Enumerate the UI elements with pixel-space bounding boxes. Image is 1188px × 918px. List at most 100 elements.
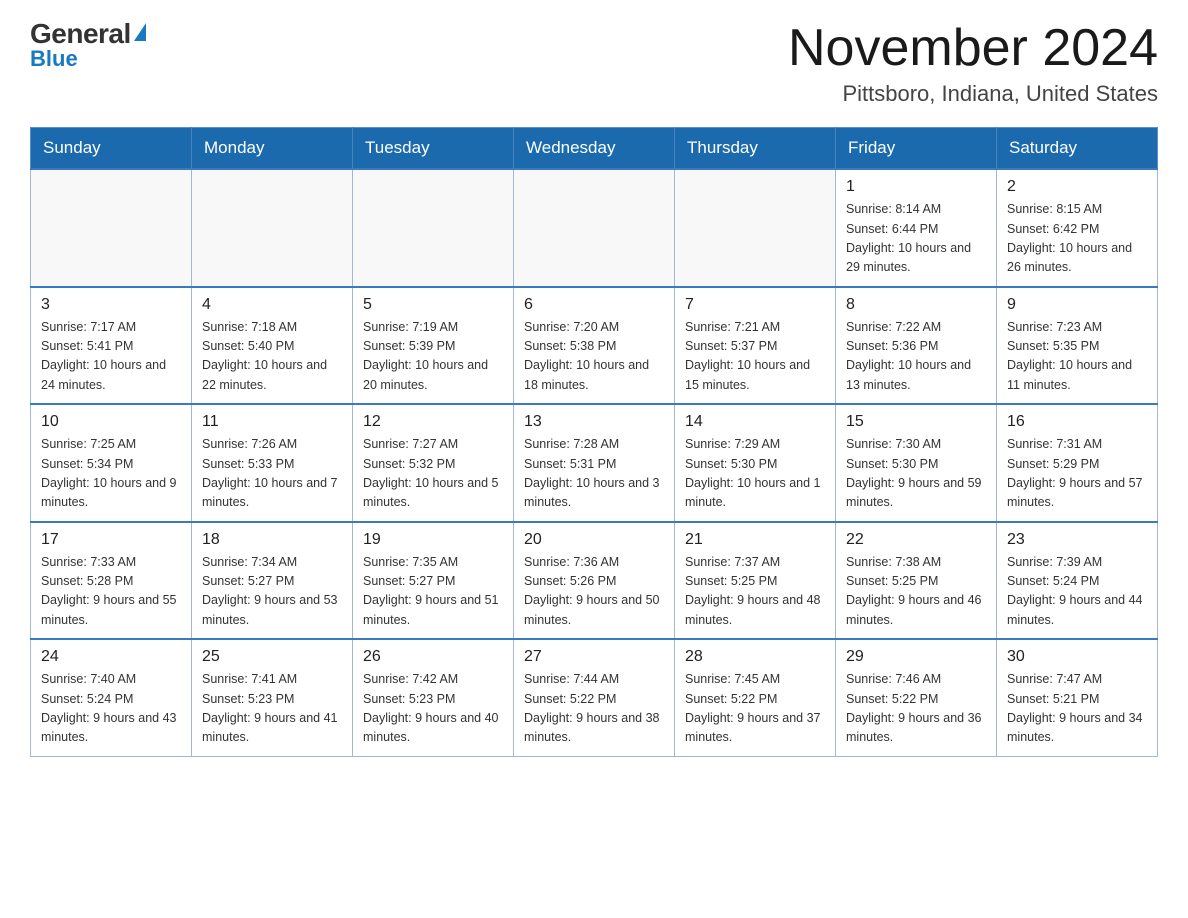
- day-info: Sunrise: 7:30 AM Sunset: 5:30 PM Dayligh…: [846, 435, 986, 513]
- calendar-header-monday: Monday: [192, 128, 353, 170]
- calendar-cell: 4 Sunrise: 7:18 AM Sunset: 5:40 PM Daylig…: [192, 287, 353, 405]
- day-number: 20: [524, 531, 664, 549]
- day-info: Sunrise: 7:28 AM Sunset: 5:31 PM Dayligh…: [524, 435, 664, 513]
- day-info: Sunrise: 7:26 AM Sunset: 5:33 PM Dayligh…: [202, 435, 342, 513]
- calendar-cell: 24 Sunrise: 7:40 AM Sunset: 5:24 PM Dayli…: [31, 639, 192, 756]
- day-info: Sunrise: 7:46 AM Sunset: 5:22 PM Dayligh…: [846, 670, 986, 748]
- calendar-cell: 30 Sunrise: 7:47 AM Sunset: 5:21 PM Dayli…: [997, 639, 1158, 756]
- day-info: Sunrise: 7:44 AM Sunset: 5:22 PM Dayligh…: [524, 670, 664, 748]
- day-number: 18: [202, 531, 342, 549]
- calendar-week-row: 1Sunrise: 8:14 AM Sunset: 6:44 PM Daylig…: [31, 169, 1158, 287]
- calendar-cell: [192, 169, 353, 287]
- calendar-cell: 2 Sunrise: 8:15 AM Sunset: 6:42 PM Daylig…: [997, 169, 1158, 287]
- logo: General Blue: [30, 20, 146, 70]
- calendar-cell: 23 Sunrise: 7:39 AM Sunset: 5:24 PM Dayli…: [997, 522, 1158, 640]
- calendar-week-row: 10 Sunrise: 7:25 AM Sunset: 5:34 PM Dayli…: [31, 404, 1158, 522]
- day-info: Sunrise: 7:17 AM Sunset: 5:41 PM Dayligh…: [41, 318, 181, 396]
- day-number: 8: [846, 296, 986, 314]
- logo-blue-text: Blue: [30, 48, 78, 70]
- calendar-cell: 5 Sunrise: 7:19 AM Sunset: 5:39 PM Daylig…: [353, 287, 514, 405]
- day-info: Sunrise: 7:37 AM Sunset: 5:25 PM Dayligh…: [685, 553, 825, 631]
- logo-general-text: General: [30, 20, 146, 48]
- day-number: 24: [41, 648, 181, 666]
- logo-triangle-icon: [134, 23, 146, 41]
- calendar-cell: 18 Sunrise: 7:34 AM Sunset: 5:27 PM Dayli…: [192, 522, 353, 640]
- day-number: 22: [846, 531, 986, 549]
- calendar-cell: 21 Sunrise: 7:37 AM Sunset: 5:25 PM Dayli…: [675, 522, 836, 640]
- day-number: 12: [363, 413, 503, 431]
- calendar-cell: 19 Sunrise: 7:35 AM Sunset: 5:27 PM Dayli…: [353, 522, 514, 640]
- day-number: 29: [846, 648, 986, 666]
- month-title: November 2024: [788, 20, 1158, 77]
- location-title: Pittsboro, Indiana, United States: [788, 81, 1158, 107]
- day-number: 9: [1007, 296, 1147, 314]
- day-info: Sunrise: 7:35 AM Sunset: 5:27 PM Dayligh…: [363, 553, 503, 631]
- calendar-header-tuesday: Tuesday: [353, 128, 514, 170]
- day-number: 1: [846, 178, 986, 196]
- calendar-cell: 14 Sunrise: 7:29 AM Sunset: 5:30 PM Dayli…: [675, 404, 836, 522]
- day-number: 15: [846, 413, 986, 431]
- calendar-cell: 3Sunrise: 7:17 AM Sunset: 5:41 PM Daylig…: [31, 287, 192, 405]
- calendar-cell: 27 Sunrise: 7:44 AM Sunset: 5:22 PM Dayli…: [514, 639, 675, 756]
- calendar-cell: 7Sunrise: 7:21 AM Sunset: 5:37 PM Daylig…: [675, 287, 836, 405]
- calendar-week-row: 17 Sunrise: 7:33 AM Sunset: 5:28 PM Dayli…: [31, 522, 1158, 640]
- day-info: Sunrise: 7:40 AM Sunset: 5:24 PM Dayligh…: [41, 670, 181, 748]
- day-number: 5: [363, 296, 503, 314]
- calendar-cell: 29 Sunrise: 7:46 AM Sunset: 5:22 PM Dayli…: [836, 639, 997, 756]
- day-number: 16: [1007, 413, 1147, 431]
- calendar-cell: 26 Sunrise: 7:42 AM Sunset: 5:23 PM Dayli…: [353, 639, 514, 756]
- day-number: 19: [363, 531, 503, 549]
- calendar-cell: 17 Sunrise: 7:33 AM Sunset: 5:28 PM Dayli…: [31, 522, 192, 640]
- day-number: 17: [41, 531, 181, 549]
- calendar-cell: 16Sunrise: 7:31 AM Sunset: 5:29 PM Dayli…: [997, 404, 1158, 522]
- day-info: Sunrise: 8:15 AM Sunset: 6:42 PM Dayligh…: [1007, 200, 1147, 278]
- day-number: 11: [202, 413, 342, 431]
- day-number: 4: [202, 296, 342, 314]
- calendar-week-row: 3Sunrise: 7:17 AM Sunset: 5:41 PM Daylig…: [31, 287, 1158, 405]
- day-info: Sunrise: 7:47 AM Sunset: 5:21 PM Dayligh…: [1007, 670, 1147, 748]
- calendar-header-row: SundayMondayTuesdayWednesdayThursdayFrid…: [31, 128, 1158, 170]
- calendar-cell: 22 Sunrise: 7:38 AM Sunset: 5:25 PM Dayli…: [836, 522, 997, 640]
- calendar-cell: 15 Sunrise: 7:30 AM Sunset: 5:30 PM Dayli…: [836, 404, 997, 522]
- calendar-header-thursday: Thursday: [675, 128, 836, 170]
- day-number: 10: [41, 413, 181, 431]
- calendar-cell: 11 Sunrise: 7:26 AM Sunset: 5:33 PM Dayli…: [192, 404, 353, 522]
- calendar-cell: 20Sunrise: 7:36 AM Sunset: 5:26 PM Dayli…: [514, 522, 675, 640]
- day-info: Sunrise: 7:42 AM Sunset: 5:23 PM Dayligh…: [363, 670, 503, 748]
- day-info: Sunrise: 7:41 AM Sunset: 5:23 PM Dayligh…: [202, 670, 342, 748]
- day-number: 30: [1007, 648, 1147, 666]
- day-info: Sunrise: 7:20 AM Sunset: 5:38 PM Dayligh…: [524, 318, 664, 396]
- day-number: 27: [524, 648, 664, 666]
- day-number: 25: [202, 648, 342, 666]
- day-number: 2: [1007, 178, 1147, 196]
- day-info: Sunrise: 7:38 AM Sunset: 5:25 PM Dayligh…: [846, 553, 986, 631]
- calendar-cell: 25 Sunrise: 7:41 AM Sunset: 5:23 PM Dayli…: [192, 639, 353, 756]
- calendar-cell: 13Sunrise: 7:28 AM Sunset: 5:31 PM Dayli…: [514, 404, 675, 522]
- day-info: Sunrise: 7:45 AM Sunset: 5:22 PM Dayligh…: [685, 670, 825, 748]
- calendar-header-sunday: Sunday: [31, 128, 192, 170]
- day-number: 21: [685, 531, 825, 549]
- day-number: 14: [685, 413, 825, 431]
- day-info: Sunrise: 7:18 AM Sunset: 5:40 PM Dayligh…: [202, 318, 342, 396]
- day-number: 6: [524, 296, 664, 314]
- calendar-cell: [353, 169, 514, 287]
- day-info: Sunrise: 7:29 AM Sunset: 5:30 PM Dayligh…: [685, 435, 825, 513]
- calendar-header-wednesday: Wednesday: [514, 128, 675, 170]
- day-number: 23: [1007, 531, 1147, 549]
- calendar-cell: 1Sunrise: 8:14 AM Sunset: 6:44 PM Daylig…: [836, 169, 997, 287]
- calendar-week-row: 24 Sunrise: 7:40 AM Sunset: 5:24 PM Dayli…: [31, 639, 1158, 756]
- day-info: Sunrise: 7:33 AM Sunset: 5:28 PM Dayligh…: [41, 553, 181, 631]
- day-number: 7: [685, 296, 825, 314]
- calendar-cell: 12Sunrise: 7:27 AM Sunset: 5:32 PM Dayli…: [353, 404, 514, 522]
- calendar-cell: [514, 169, 675, 287]
- day-info: Sunrise: 7:34 AM Sunset: 5:27 PM Dayligh…: [202, 553, 342, 631]
- calendar-header-saturday: Saturday: [997, 128, 1158, 170]
- day-info: Sunrise: 7:39 AM Sunset: 5:24 PM Dayligh…: [1007, 553, 1147, 631]
- day-number: 26: [363, 648, 503, 666]
- page-header: General Blue November 2024 Pittsboro, In…: [30, 20, 1158, 107]
- day-info: Sunrise: 7:22 AM Sunset: 5:36 PM Dayligh…: [846, 318, 986, 396]
- title-area: November 2024 Pittsboro, Indiana, United…: [788, 20, 1158, 107]
- day-info: Sunrise: 7:25 AM Sunset: 5:34 PM Dayligh…: [41, 435, 181, 513]
- calendar-header-friday: Friday: [836, 128, 997, 170]
- day-info: Sunrise: 7:19 AM Sunset: 5:39 PM Dayligh…: [363, 318, 503, 396]
